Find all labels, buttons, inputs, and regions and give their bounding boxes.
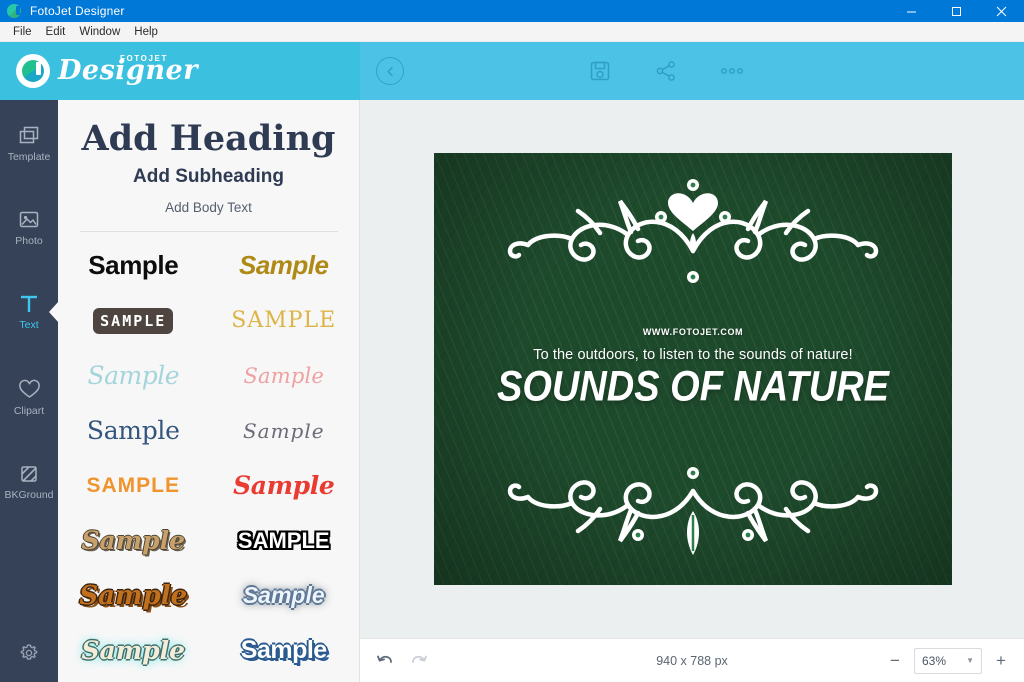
- logo-header: FOTOJET Designer: [0, 42, 360, 100]
- panel-divider: [79, 231, 338, 233]
- text-style-white-blue-outline[interactable]: Sample: [209, 623, 360, 678]
- minimize-button[interactable]: [889, 0, 934, 22]
- gear-icon: [20, 644, 38, 660]
- text-style-brush-red[interactable]: Sample: [209, 458, 360, 513]
- fotojet-logo-icon: [16, 54, 50, 88]
- sidebar-item-template[interactable]: Template: [0, 108, 58, 180]
- back-icon: [386, 66, 393, 76]
- text-style-bold-italic-gold[interactable]: Sample: [209, 238, 360, 293]
- chevron-down-icon: ▼: [966, 656, 974, 665]
- text-style-brush-caps-orange[interactable]: SAMPLE: [58, 458, 209, 513]
- canvas-url-text[interactable]: WWW.FOTOJET.COM: [434, 327, 952, 337]
- save-floppy-icon: [590, 61, 610, 81]
- sidebar-item-label: Template: [7, 151, 51, 164]
- menu-item-edit[interactable]: Edit: [39, 22, 73, 42]
- close-button[interactable]: [979, 0, 1024, 22]
- floral-flourish-icon[interactable]: [488, 455, 898, 565]
- more-dots-icon: [720, 67, 744, 75]
- share-button[interactable]: [651, 56, 681, 86]
- title-bar: FotoJet Designer: [0, 0, 1024, 22]
- add-subheading-button[interactable]: Add Subheading: [58, 166, 359, 189]
- zoom-out-button[interactable]: −: [886, 652, 904, 670]
- text-style-serif-navy[interactable]: Sample: [58, 403, 209, 458]
- sidebar-item-label: Photo: [15, 235, 43, 248]
- artboard[interactable]: WWW.FOTOJET.COM To the outdoors, to list…: [434, 153, 952, 585]
- settings-button[interactable]: [0, 642, 58, 664]
- text-style-mono-badge-brown[interactable]: SAMPLE: [58, 293, 209, 348]
- text-style-retro-orange-shadow[interactable]: Sample: [58, 568, 209, 623]
- sidebar-item-bkground[interactable]: BKGround: [0, 446, 58, 518]
- text-style-script-pink[interactable]: Sample: [209, 348, 360, 403]
- sidebar-item-label: Clipart: [13, 405, 45, 418]
- maximize-button[interactable]: [934, 0, 979, 22]
- sidebar-item-photo[interactable]: Photo: [0, 192, 58, 264]
- canvas-tagline[interactable]: To the outdoors, to listen to the sounds…: [434, 347, 952, 363]
- sidebar: Template Photo Text Clipart BKGround: [0, 100, 59, 682]
- canvas-toolbar: [360, 42, 1024, 100]
- text-style-serif-caps-gold[interactable]: SAMPLE: [209, 293, 360, 348]
- menu-item-window[interactable]: Window: [72, 22, 127, 42]
- text-styles-grid: Sample Sample SAMPLE SAMPLE Sample Sampl…: [58, 238, 359, 678]
- add-body-text-button[interactable]: Add Body Text: [58, 200, 359, 215]
- canvas-title-text[interactable]: SOUNDS OF NATURE: [434, 364, 952, 411]
- text-style-bold-black[interactable]: Sample: [58, 238, 209, 293]
- sidebar-item-label: Text: [19, 319, 39, 332]
- window-controls: [889, 0, 1024, 22]
- work-area: WWW.FOTOJET.COM To the outdoors, to list…: [360, 100, 1024, 638]
- text-style-script-lightblue[interactable]: Sample: [58, 348, 209, 403]
- menu-item-file[interactable]: File: [6, 22, 39, 42]
- fotojet-icon: [6, 3, 22, 19]
- photo-icon: [19, 212, 39, 228]
- bottom-bar: 940 x 788 px − 63% ▼ +: [360, 638, 1024, 682]
- text-t-icon: [21, 296, 37, 313]
- app-window: FotoJet Designer File Edit Window Help F…: [0, 0, 1024, 682]
- zoom-select[interactable]: 63% ▼: [914, 647, 982, 674]
- share-nodes-icon: [656, 61, 675, 81]
- menu-item-help[interactable]: Help: [127, 22, 165, 42]
- sidebar-item-label: BKGround: [4, 489, 54, 502]
- text-style-cream-teal-glow[interactable]: Sample: [58, 623, 209, 678]
- text-panel[interactable]: Add Heading Add Subheading Add Body Text…: [58, 100, 360, 682]
- text-style-outline-tan[interactable]: Sample: [58, 513, 209, 568]
- logo-small-text: FOTOJET: [120, 53, 168, 63]
- text-style-white-black-outline[interactable]: SAMPLE: [209, 513, 360, 568]
- heart-icon: [18, 379, 40, 399]
- zoom-controls: − 63% ▼ +: [886, 647, 1010, 674]
- text-style-thin-script-gray[interactable]: Sample: [209, 403, 360, 458]
- app-logo[interactable]: FOTOJET Designer: [16, 54, 198, 88]
- background-icon: [21, 466, 37, 482]
- add-heading-button[interactable]: Add Heading: [58, 118, 359, 159]
- floral-flourish-heart-icon[interactable]: [488, 177, 898, 287]
- sidebar-item-text[interactable]: Text: [0, 276, 59, 348]
- menu-bar: File Edit Window Help: [0, 22, 1024, 42]
- more-button[interactable]: [717, 56, 747, 86]
- back-button[interactable]: [376, 57, 404, 85]
- save-button[interactable]: [585, 56, 615, 86]
- window-title: FotoJet Designer: [30, 4, 125, 18]
- sidebar-item-clipart[interactable]: Clipart: [0, 362, 58, 434]
- zoom-in-button[interactable]: +: [992, 652, 1010, 670]
- template-icon: [19, 127, 39, 144]
- text-style-glow-steel-blue[interactable]: Sample: [209, 568, 360, 623]
- zoom-value: 63%: [922, 653, 947, 668]
